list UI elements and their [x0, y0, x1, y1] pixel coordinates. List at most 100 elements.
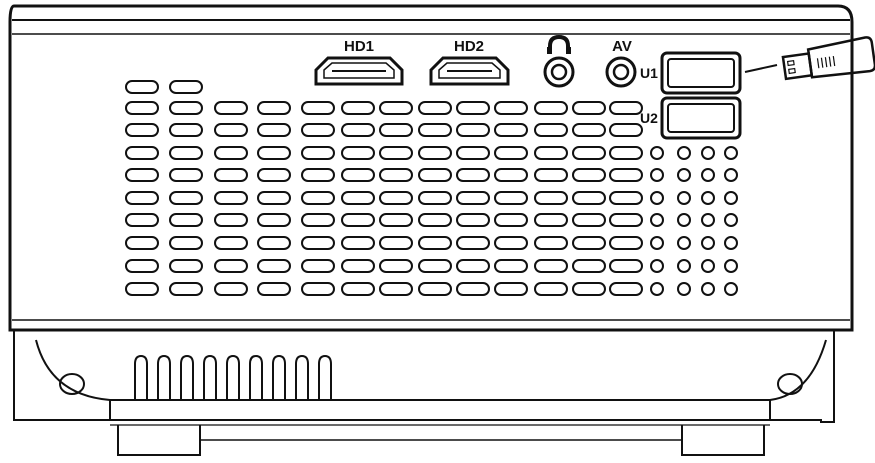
hdmi2-label: HD2 — [454, 38, 484, 55]
vent-slot — [125, 213, 159, 227]
usb2-port — [660, 96, 742, 140]
vent-slot — [257, 123, 291, 137]
vent-slot — [257, 213, 291, 227]
vent-slot — [572, 213, 606, 227]
vent-slot — [456, 123, 490, 137]
vent-slot — [125, 168, 159, 182]
vent-slot — [379, 123, 413, 137]
vent-slot — [534, 213, 568, 227]
vent-slot — [214, 146, 248, 160]
vent-hole — [701, 191, 715, 205]
vent-slot — [418, 259, 452, 273]
hdmi1-port — [314, 56, 404, 86]
vent-slot — [169, 80, 203, 94]
vent-slot — [494, 236, 528, 250]
vent-slot — [418, 213, 452, 227]
vent-slot — [169, 146, 203, 160]
headphone-jack — [543, 56, 575, 88]
vent-slot — [214, 168, 248, 182]
vent-slot — [169, 236, 203, 250]
vent-slot — [572, 236, 606, 250]
vent-slot — [301, 168, 335, 182]
vent-slot — [257, 236, 291, 250]
projector-base — [13, 330, 835, 426]
vent-slot — [214, 213, 248, 227]
vent-slot — [125, 259, 159, 273]
vent-fin — [272, 354, 286, 400]
bottom-vent-fins — [134, 354, 332, 400]
vent-hole — [650, 259, 664, 273]
vent-slot — [534, 259, 568, 273]
vent-slot — [214, 236, 248, 250]
foot-left — [117, 425, 201, 456]
vent-slot — [341, 168, 375, 182]
vent-slot — [379, 101, 413, 115]
vent-slot — [534, 123, 568, 137]
vent-slot — [341, 259, 375, 273]
vent-slot — [301, 236, 335, 250]
vent-hole — [650, 191, 664, 205]
vent-slot — [214, 259, 248, 273]
vent-hole — [650, 213, 664, 227]
vent-slot — [418, 236, 452, 250]
vent-fin — [203, 354, 217, 400]
vent-hole — [650, 146, 664, 160]
vent-hole — [724, 146, 738, 160]
vent-slot — [257, 101, 291, 115]
vent-slot — [572, 101, 606, 115]
vent-slot — [494, 123, 528, 137]
vent-slot — [534, 101, 568, 115]
vent-hole — [677, 191, 691, 205]
vent-hole — [650, 282, 664, 296]
vent-hole — [701, 213, 715, 227]
projector-side-diagram: HD1 HD2 AV U1 U2 — [8, 4, 875, 456]
vent-slot — [214, 123, 248, 137]
vent-slot — [418, 146, 452, 160]
vent-slot — [214, 101, 248, 115]
vent-slot — [456, 282, 490, 296]
vent-hole — [724, 236, 738, 250]
vent-slot — [125, 80, 159, 94]
vent-slot — [494, 282, 528, 296]
vent-slot — [301, 213, 335, 227]
vent-slot — [169, 101, 203, 115]
vent-slot — [169, 259, 203, 273]
vent-slot — [609, 259, 643, 273]
av-jack — [605, 56, 637, 88]
vent-slot — [301, 191, 335, 205]
vent-slot — [572, 146, 606, 160]
vent-slot — [301, 146, 335, 160]
vent-hole — [724, 282, 738, 296]
vent-slot — [257, 282, 291, 296]
vent-slot — [572, 168, 606, 182]
vent-hole — [650, 236, 664, 250]
vent-slot — [341, 191, 375, 205]
vent-slot — [301, 259, 335, 273]
vent-hole — [677, 236, 691, 250]
vent-slot — [301, 101, 335, 115]
vent-fin — [295, 354, 309, 400]
vent-slot — [609, 191, 643, 205]
vent-slot — [534, 191, 568, 205]
vent-hole — [724, 168, 738, 182]
vent-hole — [701, 259, 715, 273]
vent-hole — [724, 259, 738, 273]
hdmi2-port — [429, 56, 510, 86]
vent-slot — [301, 282, 335, 296]
vent-fin — [249, 354, 263, 400]
vent-slot — [418, 101, 452, 115]
vent-fin — [318, 354, 332, 400]
usb1-label: U1 — [640, 65, 658, 81]
vent-slot — [169, 123, 203, 137]
vent-slot — [456, 236, 490, 250]
vent-slot — [379, 259, 413, 273]
vent-hole — [701, 146, 715, 160]
vent-slot — [169, 191, 203, 205]
vent-hole — [724, 191, 738, 205]
av-label: AV — [612, 38, 632, 55]
vent-slot — [456, 101, 490, 115]
vent-slot — [341, 282, 375, 296]
vent-slot — [214, 282, 248, 296]
vent-slot — [125, 282, 159, 296]
vent-hole — [701, 168, 715, 182]
